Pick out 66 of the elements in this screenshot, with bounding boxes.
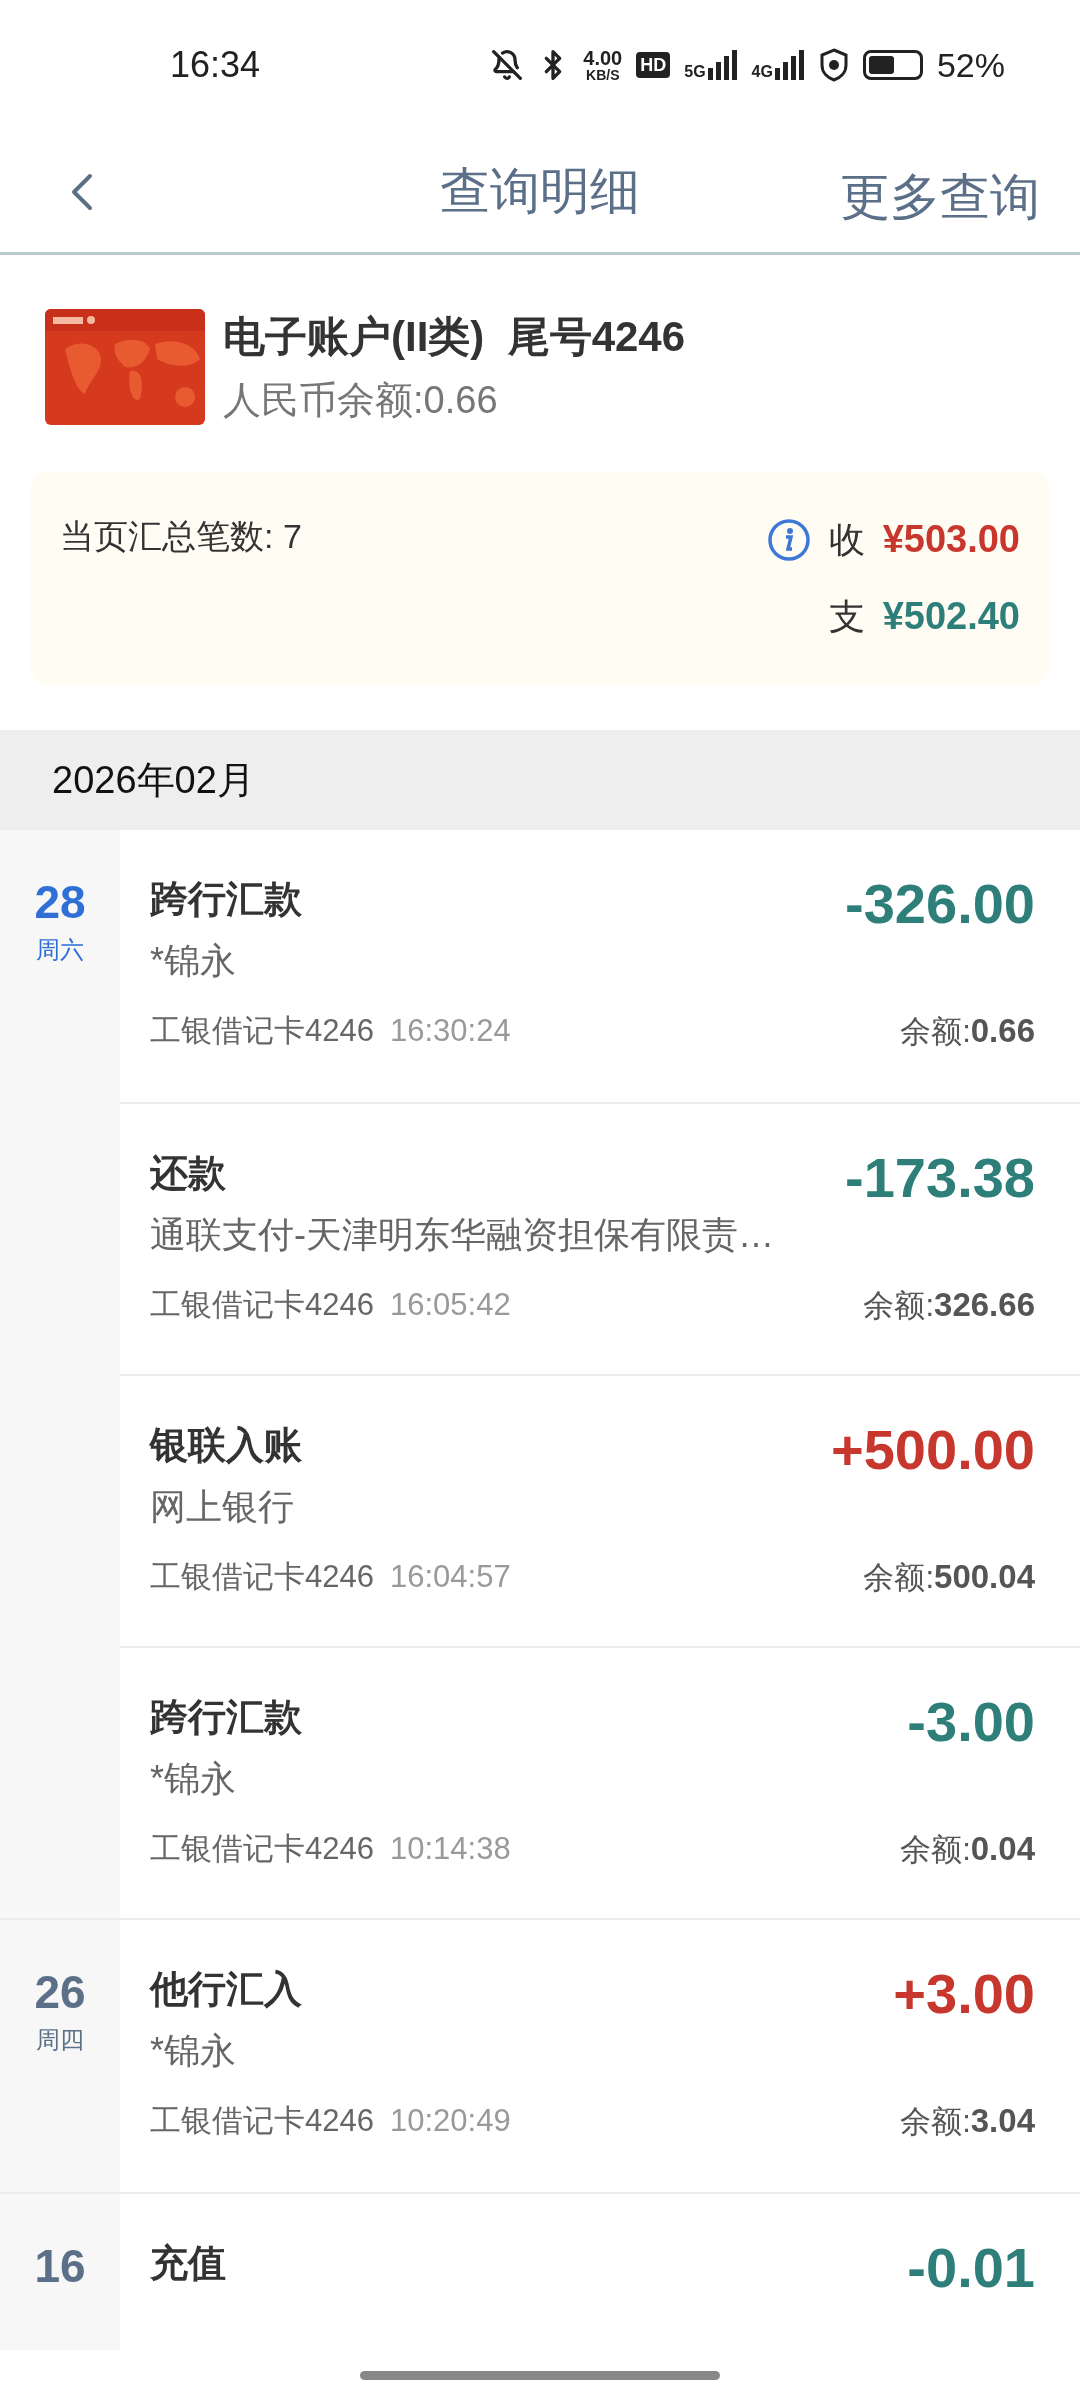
card-name: 工银借记卡4246 <box>150 1557 374 1596</box>
transaction-amount: +3.00 <box>893 1964 1035 2024</box>
card-name: 工银借记卡4246 <box>150 1285 374 1324</box>
network-speed: 4.00 <box>583 48 623 68</box>
day-number: 28 <box>34 876 86 928</box>
transaction-counterparty: *锦永 <box>150 940 236 981</box>
home-indicator[interactable] <box>360 2370 720 2380</box>
expense-total: ¥502.40 <box>882 594 1020 639</box>
transaction-counterparty: *锦永 <box>150 2030 236 2071</box>
card-name: 工银借记卡4246 <box>150 1829 374 1868</box>
balance-label: 余额: <box>900 2103 971 2141</box>
transaction-time: 16:30:24 <box>389 1011 511 1050</box>
transaction-time: 10:20:49 <box>389 2101 511 2140</box>
transaction-counterparty: 网上银行 <box>150 1486 294 1527</box>
balance-label: 余额: <box>900 1831 971 1869</box>
expense-label: 支 <box>828 594 865 639</box>
balance-label: 余额: <box>863 1287 935 1325</box>
transaction-title: 跨行汇款 <box>150 877 302 922</box>
page-title: 查询明细 <box>440 161 640 221</box>
income-label: 收 <box>828 517 865 562</box>
balance-label: 余额: <box>863 1559 935 1597</box>
transaction-counterparty: 通联支付-天津明东华融资担保有限责… <box>150 1214 774 1255</box>
transaction-title: 他行汇入 <box>150 1967 302 2012</box>
bell-off-icon <box>491 49 524 81</box>
card-name: 工银借记卡4246 <box>150 2101 374 2140</box>
battery-icon <box>862 50 923 80</box>
day-number: 26 <box>34 1966 86 2018</box>
month-header: 2026年02月 <box>0 730 1080 830</box>
transaction-title: 银联入账 <box>150 1423 302 1468</box>
transaction-time: 16:05:42 <box>389 1285 511 1324</box>
summary-count: 当页汇总笔数: 7 <box>60 516 302 557</box>
balance-value: 3.04 <box>970 2101 1035 2141</box>
info-icon <box>766 517 811 562</box>
balance-value: 0.04 <box>970 1829 1035 1869</box>
weekday-label: 周六 <box>36 935 84 965</box>
speed-unit: KB/S <box>586 68 620 82</box>
balance-label: 余额: <box>900 1013 971 1051</box>
network-type: 4G <box>751 64 773 80</box>
transaction-amount: -3.00 <box>907 1692 1035 1752</box>
more-query-button[interactable]: 更多查询 <box>840 160 1040 235</box>
transaction-time: 10:14:38 <box>389 1829 511 1868</box>
income-total: ¥503.00 <box>882 517 1020 562</box>
balance-value: 0.66 <box>970 1011 1035 1051</box>
card-name: 工银借记卡4246 <box>150 1011 374 1050</box>
transaction-amount: -173.38 <box>845 1148 1035 1208</box>
balance-value: 500.04 <box>934 1557 1035 1597</box>
transaction-amount: +500.00 <box>831 1420 1035 1480</box>
account-name: 电子账户(II类) 尾号4246 <box>223 312 686 362</box>
transaction-title: 还款 <box>150 1151 226 1196</box>
transaction-amount: -326.00 <box>845 874 1035 934</box>
account-balance: 人民币余额:0.66 <box>223 378 499 423</box>
transaction-time: 16:04:57 <box>389 1557 511 1596</box>
transaction-title: 充值 <box>150 2241 226 2286</box>
signal-icon <box>707 50 738 80</box>
signal-icon <box>774 50 805 80</box>
weekday-label: 周四 <box>36 2025 84 2055</box>
battery-percent: 52% <box>936 44 1005 86</box>
transaction-counterparty: *锦永 <box>150 1758 236 1799</box>
network-type: 5G <box>684 64 706 80</box>
transaction-amount: -0.01 <box>907 2238 1035 2298</box>
day-number: 16 <box>34 2240 86 2292</box>
hd-indicator: HD <box>636 52 671 78</box>
shield-icon <box>818 48 849 82</box>
transaction-title: 跨行汇款 <box>150 1695 302 1740</box>
balance-value: 326.66 <box>934 1285 1035 1325</box>
status-time: 16:34 <box>170 43 261 87</box>
